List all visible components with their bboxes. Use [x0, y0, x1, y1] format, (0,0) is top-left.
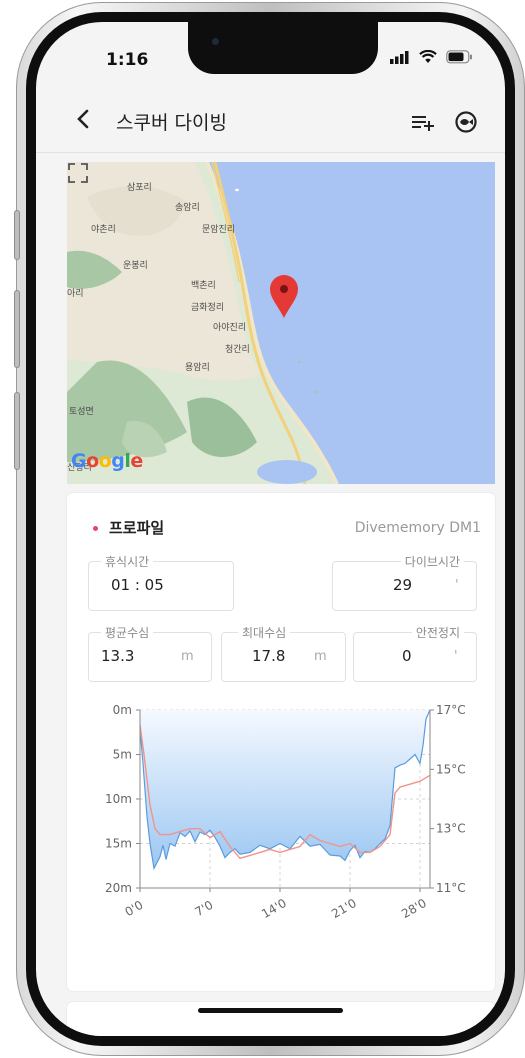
map-label: 백촌리 — [191, 281, 216, 291]
x-tick-label: 7'0 — [192, 898, 215, 919]
dive-profile-chart: 0'0 7'0 14'0 21'0 28'0 0m 5m 10m 15m 20m 17°C 15°C 1… — [105, 703, 466, 921]
playlist-add-icon — [412, 116, 434, 131]
page-title: 스쿠버 다이빙 — [116, 112, 227, 134]
x-tick-label: 28'0 — [399, 896, 429, 921]
safety-stop-field: 안전정지 0 ' — [353, 624, 477, 682]
map-pin-icon[interactable] — [268, 274, 300, 320]
dive-time-value: 29 — [393, 576, 413, 594]
max-depth-unit: m — [314, 649, 327, 664]
map-label: 금화정리 — [191, 303, 225, 313]
y-left-tick-label: 20m — [105, 881, 132, 895]
avg-depth-unit: m — [181, 649, 194, 664]
google-logo: Google — [71, 450, 143, 472]
dive-time-unit: ' — [455, 578, 459, 593]
map-label: 토성면 — [69, 407, 94, 417]
wifi-icon — [419, 50, 437, 63]
volume-down-button — [14, 392, 20, 470]
map-label: 삼포리 — [127, 183, 152, 193]
y-left-tick-label: 0m — [113, 703, 132, 717]
chevron-left-icon — [77, 109, 89, 129]
map-tiles — [67, 162, 339, 484]
dive-time-label: 다이브시간 — [400, 553, 464, 570]
depth-area — [140, 710, 430, 869]
expand-icon[interactable] — [67, 162, 89, 184]
avg-depth-label: 평균수심 — [101, 624, 154, 641]
rest-time-value: 01 : 05 — [111, 576, 164, 594]
x-tick-label: 21'0 — [329, 896, 359, 921]
y-left-tick-label: 10m — [105, 792, 132, 806]
device-name: Divememory DM1 — [354, 520, 481, 536]
safety-stop-unit: ' — [454, 649, 458, 664]
back-button[interactable] — [76, 108, 90, 134]
x-tick-label: 14'0 — [259, 896, 289, 921]
y-right-tick-label: 13°C — [436, 822, 466, 836]
fish-icon — [455, 111, 477, 133]
map-label: 야촌리 — [91, 225, 116, 235]
dive-map[interactable]: 삼포리 송암리 야촌리 문암진리 운봉리 백촌리 아리 금화정리 아야진리 청간… — [67, 162, 495, 484]
avg-depth-value: 13.3 — [101, 647, 135, 665]
dive-type-button[interactable] — [454, 110, 478, 134]
rest-time-field: 휴식시간 01 : 05 — [88, 553, 234, 611]
screen: 1:16 스쿠버 다이빙 삼포리 송암리 야촌리 문암진리 운봉리 백촌리 아리… — [36, 22, 505, 1036]
max-depth-value: 17.8 — [252, 647, 286, 665]
avg-depth-field: 평균수심 13.3 m — [88, 624, 212, 682]
rest-time-label: 휴식시간 — [101, 553, 154, 570]
x-tick-label: 0'0 — [122, 898, 145, 919]
y-left-tick-label: 15m — [105, 837, 132, 851]
playlist-add-button[interactable] — [411, 110, 435, 134]
profile-dot — [93, 526, 98, 531]
map-label: 송암리 — [175, 203, 200, 213]
map-label: 문암진리 — [202, 225, 236, 235]
status-icons — [390, 50, 473, 64]
map-label: 아리 — [67, 289, 84, 299]
map-label: 용암리 — [185, 363, 210, 373]
safety-stop-value: 0 — [402, 647, 412, 665]
profile-title: 프로파일 — [109, 519, 165, 537]
dive-time-field: 다이브시간 29 ' — [332, 553, 477, 611]
home-indicator — [198, 1008, 343, 1013]
status-time: 1:16 — [106, 50, 149, 70]
max-depth-label: 최대수심 — [238, 624, 291, 641]
max-depth-field: 최대수심 17.8 m — [221, 624, 346, 682]
header-divider — [36, 152, 505, 153]
y-right-tick-label: 15°C — [436, 762, 466, 776]
signal-icon — [390, 50, 409, 64]
y-right-tick-label: 17°C — [436, 703, 466, 717]
map-label: 아야진리 — [213, 323, 247, 333]
volume-up-button — [14, 290, 20, 368]
y-right-tick-label: 11°C — [436, 881, 466, 895]
app-header: 스쿠버 다이빙 — [36, 94, 505, 152]
map-label: 운봉리 — [123, 261, 148, 271]
front-camera — [212, 38, 219, 45]
notch — [188, 22, 378, 74]
y-left-tick-label: 5m — [113, 748, 132, 762]
safety-stop-label: 안전정지 — [411, 624, 464, 641]
map-label: 청간리 — [225, 345, 250, 355]
battery-icon — [446, 50, 472, 64]
mute-switch — [14, 210, 20, 260]
